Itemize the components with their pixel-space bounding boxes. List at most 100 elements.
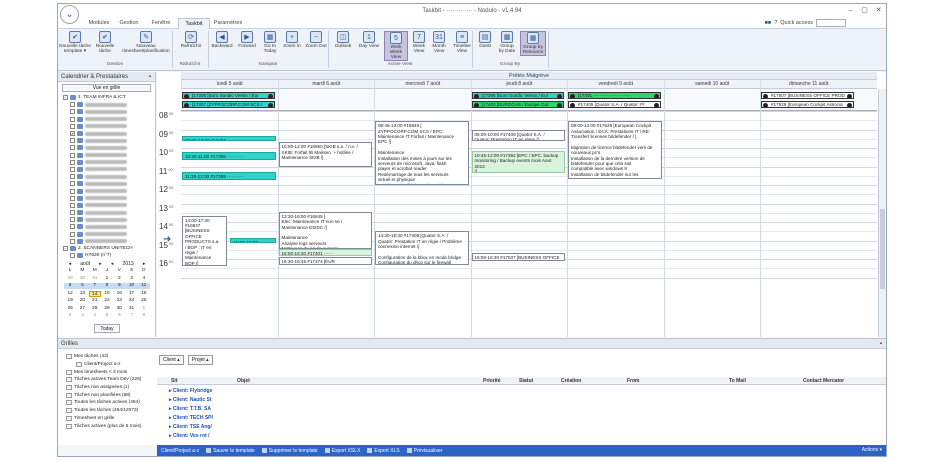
minimize-button[interactable]: – xyxy=(845,6,856,15)
calendar-day[interactable]: 20 xyxy=(76,298,88,304)
grid-list-item[interactable]: Toutes les tâches actives (494) xyxy=(62,399,152,407)
calendar-day[interactable]: 12 xyxy=(64,291,76,297)
group-row[interactable]: ▸ Client: T.T.B. SA xyxy=(169,405,211,413)
tree-checkbox[interactable] xyxy=(70,181,75,187)
all-day-event[interactable]: [17396 [Euro Sundic Versio / Eur xyxy=(471,92,564,99)
column-header[interactable]: Priorité xyxy=(483,377,501,385)
calendar-day[interactable]: 25 xyxy=(138,298,150,304)
appointment[interactable]: 11:30-12:00 #17398 ··········· xyxy=(182,172,276,181)
tree-checkbox[interactable] xyxy=(70,195,75,201)
grid-view-button[interactable]: Vue en grille xyxy=(62,84,151,92)
tree-checkbox[interactable] xyxy=(70,145,75,151)
group-row[interactable]: ▸ Client: Flybridge xyxy=(169,387,212,395)
tree-checkbox[interactable]: − xyxy=(63,246,68,252)
tab-modules[interactable]: Modules xyxy=(84,18,114,29)
appointment[interactable]: 16:30-16:45 #17374 [EUR xyxy=(278,257,372,265)
calendar-day[interactable]: 4 xyxy=(89,313,101,319)
tree-checkbox[interactable] xyxy=(70,109,75,115)
tree-checkbox[interactable] xyxy=(70,159,75,165)
tree-item[interactable] xyxy=(58,238,155,245)
tree-checkbox[interactable] xyxy=(70,166,75,172)
calendar-day[interactable]: 19 xyxy=(64,298,76,304)
group-tag-projet[interactable]: Projet ▴ xyxy=(187,354,213,365)
tree-item[interactable] xyxy=(58,180,155,187)
scrollbar-thumb[interactable] xyxy=(880,209,885,289)
appointment[interactable]: 13:30-16:00 #16845 [ Elec: Maintenance I… xyxy=(278,211,372,249)
tree-checkbox[interactable] xyxy=(70,231,75,237)
calendar-day[interactable]: 28 xyxy=(89,306,101,312)
day-header[interactable]: samedi 10 août xyxy=(663,80,761,89)
tree-checkbox[interactable]: − xyxy=(63,95,68,101)
tree-item[interactable] xyxy=(58,123,155,130)
day-view-button[interactable]: 1 Day View xyxy=(356,31,382,49)
calendar-day[interactable]: 21 xyxy=(89,298,101,304)
calendar-day[interactable]: 26 xyxy=(64,306,76,312)
toolbar-item[interactable]: Client/Project a-z xyxy=(161,448,199,454)
time-grid[interactable]: 09:30-10:00 #17401 10:30-11:00 #17399 ···… xyxy=(181,111,877,337)
tree-item[interactable] xyxy=(58,152,155,159)
column-header[interactable]: Sit xyxy=(171,377,177,385)
tab-gestion[interactable]: Gestion xyxy=(115,18,143,29)
month-view-button[interactable]: 31 Month View xyxy=(430,31,448,54)
column-header[interactable]: Objet xyxy=(237,377,250,385)
calendar-day[interactable]: 6 xyxy=(76,283,89,289)
calendar-day[interactable]: 24 xyxy=(125,298,137,304)
calendar-day[interactable]: 30 xyxy=(76,276,88,282)
tree-checkbox[interactable]: ✔ xyxy=(70,131,75,137)
calendar-day[interactable]: 13 xyxy=(76,291,88,297)
calendar-day[interactable]: 5 xyxy=(101,313,113,319)
tree-item[interactable] xyxy=(58,223,155,230)
group-row[interactable]: ▸ Client: TSE Ang/ xyxy=(169,423,212,431)
tree-checkbox[interactable] xyxy=(70,202,75,208)
tab-paramètres[interactable]: Paramètres xyxy=(210,18,246,29)
appointment[interactable]: 10:45-12:00 #17392 [EPC / EPC: backup mo… xyxy=(471,150,565,173)
calendar-day[interactable]: 8 xyxy=(100,283,114,289)
tree-item[interactable] xyxy=(58,108,155,115)
all-day-event[interactable]: #17529 [European Cockpit Associa xyxy=(761,101,854,108)
grid-list-item[interactable]: Client/Project a-z xyxy=(62,361,152,369)
all-day-event[interactable]: [17307 [ZYPPOCORP.COM SCS / xyxy=(182,101,275,108)
calendar-day[interactable]: 27 xyxy=(76,306,88,312)
zoom-in-button[interactable]: + Zoom In xyxy=(282,31,302,49)
tree-checkbox[interactable] xyxy=(70,116,75,122)
tree-item[interactable]: − 2. SCANNERS UNITECH xyxy=(58,245,155,252)
scheduler-scrollbar[interactable] xyxy=(878,89,886,337)
zoom-out-button[interactable]: − Zoom Out xyxy=(304,31,328,49)
toolbar-item[interactable]: Supprimer le template xyxy=(261,448,318,454)
calendar-day[interactable]: 17 xyxy=(125,291,137,297)
quick-access-input[interactable] xyxy=(816,19,846,27)
grid-list-item[interactable]: Tâches actives (plus de 6 mois) xyxy=(62,422,152,430)
appointment[interactable]: 10:00-12:00 #16850 [SKIB s.a. / n.v. / S… xyxy=(278,142,372,168)
tree-checkbox[interactable] xyxy=(70,224,75,230)
tree-item[interactable] xyxy=(58,202,155,209)
column-header[interactable]: Création xyxy=(561,377,581,385)
calendar-day[interactable]: 15 xyxy=(101,291,113,297)
tree-item[interactable] xyxy=(58,216,155,223)
calendar-day[interactable]: 8 xyxy=(138,313,150,319)
tree-item[interactable] xyxy=(58,231,155,238)
calendar-day[interactable]: 2 xyxy=(64,313,76,319)
maximize-button[interactable]: ▢ xyxy=(859,6,870,15)
tree-item[interactable] xyxy=(58,209,155,216)
appointment[interactable]: 15:00-15:30 xyxy=(230,237,276,244)
tree-item[interactable] xyxy=(58,187,155,194)
calendar-day[interactable]: 14 xyxy=(88,290,101,297)
tree-item[interactable] xyxy=(58,101,155,108)
tree-item[interactable] xyxy=(58,195,155,202)
work-week-view-button[interactable]: 5 Work Week View xyxy=(384,31,408,61)
calendar-day[interactable]: 3 xyxy=(125,276,137,282)
grid-list-item[interactable]: Tâches non planifiées (88) xyxy=(62,391,152,399)
all-day-event[interactable]: [17306 [Euro Sundic Versio / Eur xyxy=(182,92,275,99)
appointment[interactable]: 08:45-13:00 #16849 [ ZYPPOCORP.COM SCS /… xyxy=(375,121,469,185)
calendar-day[interactable]: 16 xyxy=(113,291,125,297)
appointment[interactable]: 09:00-10:00 #17409 [Quator S.A. / Quator… xyxy=(471,129,565,141)
calendar-day[interactable]: 7 xyxy=(125,313,137,319)
pin-icon[interactable]: ▪ xyxy=(880,339,882,349)
appointment[interactable]: 14:30-16:30 #17409 [Quator S.A. / Quator… xyxy=(375,231,469,265)
calendar-day[interactable]: 6 xyxy=(113,313,125,319)
group-row[interactable]: ▸ Client: Vos rot / xyxy=(169,432,209,440)
column-header[interactable]: Contact Mercator xyxy=(803,377,844,385)
tree-checkbox[interactable] xyxy=(70,238,75,244)
group-by-date-button[interactable]: ▦ Group by Date xyxy=(496,31,518,54)
appointment[interactable]: 16:00-16:30 #17401 ······ xyxy=(278,248,372,257)
